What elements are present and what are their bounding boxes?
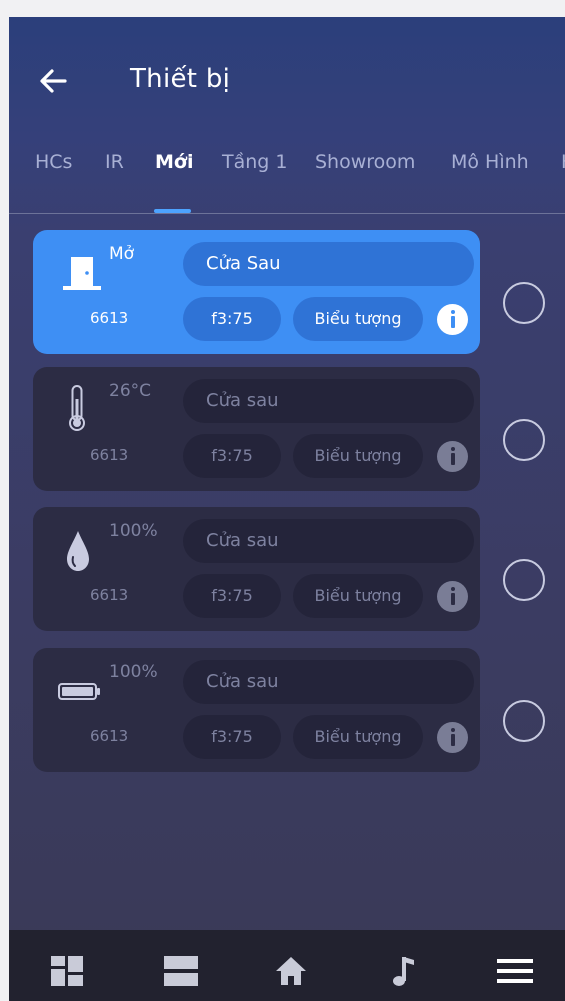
rooms-list-icon (164, 956, 198, 986)
tab-hcs[interactable]: HCs (35, 151, 72, 173)
device-status: 100% (109, 662, 158, 682)
nav-rooms-button[interactable] (141, 930, 221, 1001)
device-card[interactable]: 100% 6613 Cửa sau f3:75 Biểu tượng (33, 507, 480, 631)
device-name-field[interactable]: Cửa sau (183, 379, 474, 423)
tab-mo-hinh[interactable]: Mô Hình (451, 151, 529, 173)
info-icon[interactable] (437, 722, 468, 753)
device-name-field[interactable]: Cửa Sau (183, 242, 474, 286)
battery-icon (58, 683, 100, 700)
arrow-left-icon (40, 69, 67, 93)
device-name-field[interactable]: Cửa sau (183, 660, 474, 704)
menu-icon (497, 959, 533, 983)
device-card[interactable]: 100% 6613 Cửa sau f3:75 Biểu tượng (33, 648, 480, 772)
app-screen: Thiết bị HCs IR Mới Tầng 1 Showroom Mô H… (9, 17, 565, 1001)
music-note-icon (393, 957, 414, 986)
device-card[interactable]: Mở 6613 Cửa Sau f3:75 Biểu tượng (33, 230, 480, 354)
bottom-nav (9, 930, 565, 1001)
tab-divider (9, 213, 565, 214)
tab-moi[interactable]: Mới (155, 151, 193, 173)
home-icon (276, 957, 306, 985)
device-address-button[interactable]: f3:75 (183, 297, 281, 341)
choose-icon-button[interactable]: Biểu tượng (293, 297, 423, 341)
tab-bar: HCs IR Mới Tầng 1 Showroom Mô Hình K (9, 147, 565, 213)
water-drop-icon (67, 531, 89, 571)
device-card[interactable]: 26°C 6613 Cửa sau f3:75 Biểu tượng (33, 367, 480, 491)
page-title: Thiết bị (130, 64, 231, 94)
choose-icon-button[interactable]: Biểu tượng (293, 715, 423, 759)
device-select-radio[interactable] (503, 419, 545, 461)
info-icon[interactable] (437, 441, 468, 472)
device-id: 6613 (90, 446, 129, 464)
choose-icon-button[interactable]: Biểu tượng (293, 574, 423, 618)
tab-ir[interactable]: IR (105, 151, 124, 173)
device-id: 6613 (90, 727, 129, 745)
device-address-button[interactable]: f3:75 (183, 434, 281, 478)
device-status: 26°C (109, 381, 152, 401)
device-name-field[interactable]: Cửa sau (183, 519, 474, 563)
device-id: 6613 (90, 586, 129, 604)
device-address-button[interactable]: f3:75 (183, 715, 281, 759)
choose-icon-button[interactable]: Biểu tượng (293, 434, 423, 478)
nav-dashboard-button[interactable] (27, 930, 107, 1001)
device-select-radio[interactable] (503, 559, 545, 601)
info-icon[interactable] (437, 581, 468, 612)
nav-menu-button[interactable] (473, 930, 553, 1001)
dashboard-grid-icon (51, 956, 83, 986)
back-button[interactable] (35, 63, 71, 99)
door-icon (63, 257, 101, 290)
device-select-radio[interactable] (503, 282, 545, 324)
device-status: Mở (109, 244, 135, 264)
tab-showroom[interactable]: Showroom (315, 151, 415, 173)
nav-home-button[interactable] (251, 930, 331, 1001)
thermometer-icon (69, 385, 85, 431)
info-icon[interactable] (437, 304, 468, 335)
tab-tang-1[interactable]: Tầng 1 (222, 151, 287, 173)
device-status: 100% (109, 521, 158, 541)
nav-music-button[interactable] (362, 930, 442, 1001)
tab-k[interactable]: K (561, 151, 565, 173)
device-address-button[interactable]: f3:75 (183, 574, 281, 618)
header: Thiết bị (9, 17, 565, 147)
device-select-radio[interactable] (503, 700, 545, 742)
device-id: 6613 (90, 309, 129, 327)
